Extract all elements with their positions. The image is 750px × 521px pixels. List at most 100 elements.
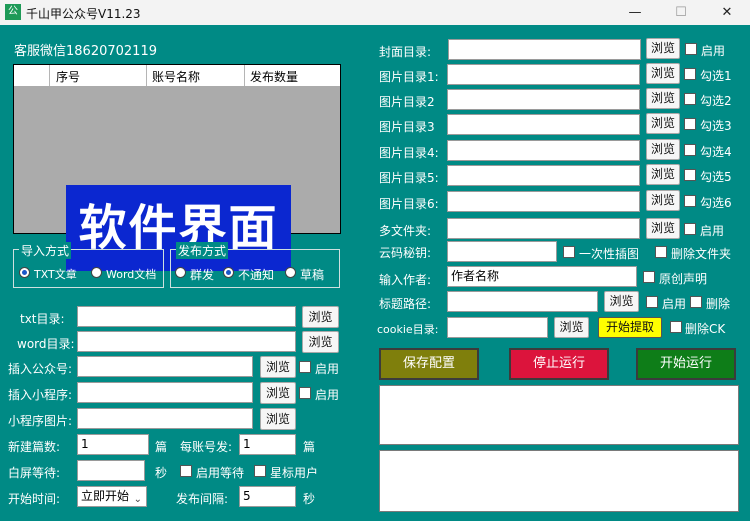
multi-folder-enable-checkbox[interactable] <box>684 223 696 235</box>
new-count-input[interactable]: 1 <box>77 434 149 455</box>
cover-browse-button[interactable]: 浏览 <box>646 38 680 59</box>
cookie-dir-input[interactable] <box>447 317 548 338</box>
insert-account-browse-button[interactable]: 浏览 <box>260 356 296 378</box>
maximize-button[interactable]: ☐ <box>658 2 704 23</box>
txt-dir-input[interactable] <box>77 306 296 327</box>
img-dir-5-browse-button[interactable]: 浏览 <box>646 164 680 185</box>
img-dir-6-browse-button[interactable]: 浏览 <box>646 190 680 211</box>
start-time-value: 立即开始 <box>81 489 130 503</box>
img-dir-1-checkbox[interactable] <box>684 68 696 80</box>
delete-ck-checkbox[interactable] <box>670 321 682 333</box>
col-publish-count[interactable]: 发布数量 <box>250 68 298 85</box>
multi-folder-browse-button[interactable]: 浏览 <box>646 218 680 239</box>
original-checkbox[interactable] <box>643 271 655 283</box>
miniapp-image-input[interactable] <box>77 408 253 429</box>
img-dir-5-checkbox[interactable] <box>684 169 696 181</box>
minimize-button[interactable]: — <box>612 2 658 23</box>
word-dir-input[interactable] <box>77 331 296 352</box>
img-dir-3-browse-button[interactable]: 浏览 <box>646 113 680 134</box>
img-dir-3-checkbox[interactable] <box>684 118 696 130</box>
miniapp-image-browse-button[interactable]: 浏览 <box>260 408 296 430</box>
img-dir-5-input[interactable] <box>447 165 640 186</box>
one-time-img-checkbox[interactable] <box>563 246 575 258</box>
img-dir-3-input[interactable] <box>447 114 640 135</box>
img-dir-1-browse-button[interactable]: 浏览 <box>646 63 680 84</box>
import-txt-radio[interactable] <box>19 267 30 278</box>
title-path-enable-checkbox[interactable] <box>646 296 658 308</box>
import-word-radio[interactable] <box>91 267 102 278</box>
new-count-unit: 篇 <box>155 440 168 454</box>
img-dir-2-checkbox[interactable] <box>684 93 696 105</box>
enable-wait-checkbox[interactable] <box>180 465 192 477</box>
account-table[interactable]: 序号 账号名称 发布数量 软件界面 <box>13 64 341 271</box>
cookie-dir-label: cookie目录: <box>377 323 439 336</box>
txt-dir-label: txt目录: <box>20 312 65 326</box>
wait-input[interactable] <box>77 460 145 481</box>
img-dir-4-browse-button[interactable]: 浏览 <box>646 139 680 160</box>
word-browse-button[interactable]: 浏览 <box>302 331 339 353</box>
img-dir-1-check-label: 勾选1 <box>700 69 732 83</box>
app-icon: 公 <box>5 4 21 20</box>
img-dir-3-label: 图片目录3 <box>379 120 435 134</box>
title-bar: 公 千山甲公众号V11.23 — ☐ ✕ <box>0 0 750 25</box>
original-label: 原创声明 <box>659 272 708 286</box>
service-contact: 客服微信18620702119 <box>14 44 157 59</box>
yun-key-label: 云码秘钥: <box>379 246 432 260</box>
publish-silent-label: 不通知 <box>238 268 275 282</box>
author-input[interactable]: 作者名称 <box>447 266 637 287</box>
col-index[interactable]: 序号 <box>56 68 80 85</box>
insert-miniapp-input[interactable] <box>77 382 253 403</box>
img-dir-2-browse-button[interactable]: 浏览 <box>646 88 680 109</box>
window-title: 千山甲公众号V11.23 <box>26 7 141 21</box>
multi-folder-input[interactable] <box>447 218 640 239</box>
enable-wait-label: 启用等待 <box>196 466 245 480</box>
title-path-browse-button[interactable]: 浏览 <box>604 291 639 312</box>
word-dir-label: word目录: <box>17 337 75 351</box>
start-time-select[interactable]: 立即开始 ⌄ <box>77 486 147 507</box>
img-dir-4-input[interactable] <box>447 140 640 161</box>
start-button[interactable]: 开始运行 <box>636 348 736 380</box>
miniapp-image-label: 小程序图片: <box>8 414 73 428</box>
close-button[interactable]: ✕ <box>704 2 750 23</box>
start-extract-button[interactable]: 开始提取 <box>598 317 662 338</box>
publish-mass-label: 群发 <box>190 268 215 282</box>
title-path-input[interactable] <box>447 291 598 312</box>
delete-folder-checkbox[interactable] <box>655 246 667 258</box>
stop-button[interactable]: 停止运行 <box>509 348 609 380</box>
img-dir-1-input[interactable] <box>447 64 640 85</box>
col-account-name[interactable]: 账号名称 <box>152 68 200 85</box>
cover-dir-input[interactable] <box>448 39 641 60</box>
save-config-button[interactable]: 保存配置 <box>379 348 479 380</box>
insert-account-input[interactable] <box>77 356 253 377</box>
log-textarea-bottom[interactable] <box>379 450 739 512</box>
delete-ck-label: 删除CK <box>685 322 726 336</box>
title-path-enable-label: 启用 <box>662 297 687 311</box>
insert-miniapp-browse-button[interactable]: 浏览 <box>260 382 296 404</box>
insert-miniapp-enable-checkbox[interactable] <box>299 387 311 399</box>
star-user-label: 星标用户 <box>270 466 319 480</box>
img-dir-6-input[interactable] <box>447 191 640 212</box>
title-path-delete-checkbox[interactable] <box>690 296 702 308</box>
publish-mass-radio[interactable] <box>175 267 186 278</box>
import-word-label: Word文档 <box>106 268 157 281</box>
txt-browse-button[interactable]: 浏览 <box>302 306 339 328</box>
cover-enable-checkbox[interactable] <box>685 43 697 55</box>
new-count-label: 新建篇数: <box>8 440 61 454</box>
img-dir-2-input[interactable] <box>447 89 640 110</box>
publish-silent-radio[interactable] <box>223 267 234 278</box>
img-dir-2-check-label: 勾选2 <box>700 94 732 108</box>
img-dir-6-checkbox[interactable] <box>684 195 696 207</box>
publish-draft-radio[interactable] <box>285 267 296 278</box>
cookie-browse-button[interactable]: 浏览 <box>554 317 589 338</box>
yun-key-input[interactable] <box>447 241 557 262</box>
import-txt-label: TXT文章 <box>34 268 77 281</box>
publish-draft-label: 草稿 <box>300 268 325 282</box>
per-account-input[interactable]: 1 <box>239 434 296 455</box>
insert-account-enable-checkbox[interactable] <box>299 361 311 373</box>
img-dir-4-checkbox[interactable] <box>684 144 696 156</box>
img-dir-3-check-label: 勾选3 <box>700 119 732 133</box>
log-textarea-top[interactable] <box>379 385 739 445</box>
one-time-img-label: 一次性插图 <box>579 247 640 261</box>
interval-input[interactable]: 5 <box>239 486 296 507</box>
star-user-checkbox[interactable] <box>254 465 266 477</box>
